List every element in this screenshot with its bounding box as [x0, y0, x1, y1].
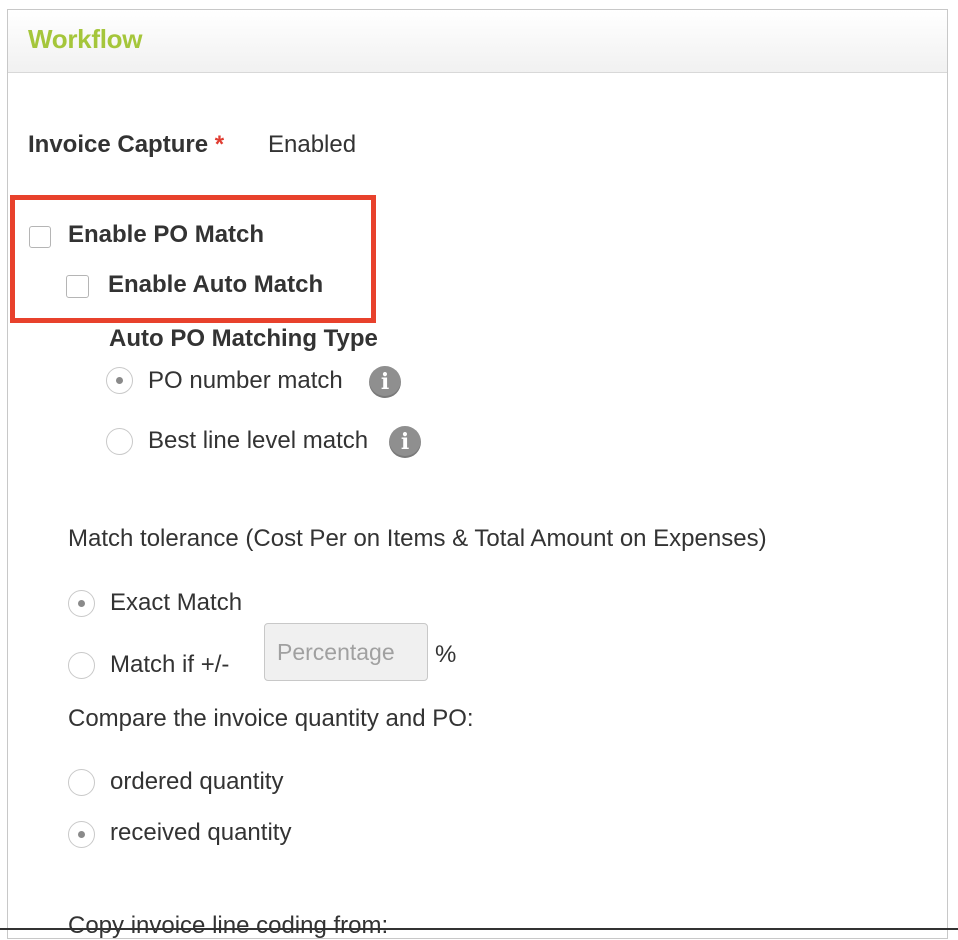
invoice-capture-label-text: Invoice Capture [28, 131, 209, 158]
info-icon[interactable]: i [389, 426, 421, 458]
po-number-match-label[interactable]: PO number match [148, 367, 343, 395]
received-quantity-radio[interactable] [68, 821, 95, 848]
best-line-level-match-radio[interactable] [106, 428, 133, 455]
enable-po-match-checkbox[interactable] [29, 226, 51, 248]
auto-matching-type-heading: Auto PO Matching Type [109, 325, 378, 352]
required-asterisk: * [214, 131, 225, 158]
enable-po-match-label[interactable]: Enable PO Match [68, 221, 264, 249]
match-tolerance-heading: Match tolerance (Cost Per on Items & Tot… [68, 525, 767, 552]
copy-coding-heading: Copy invoice line coding from: [68, 912, 389, 939]
enable-auto-match-label[interactable]: Enable Auto Match [108, 271, 323, 299]
info-icon[interactable]: i [369, 366, 401, 398]
ordered-quantity-radio[interactable] [68, 769, 95, 796]
best-line-level-match-label[interactable]: Best line level match [148, 427, 368, 455]
panel-title: Workflow [28, 24, 143, 54]
enable-auto-match-checkbox[interactable] [66, 275, 89, 298]
bottom-divider [0, 928, 958, 930]
panel-header: Workflow [8, 10, 947, 73]
ordered-quantity-label[interactable]: ordered quantity [110, 768, 283, 796]
highlight-annotation-box [10, 195, 376, 323]
match-if-radio[interactable] [68, 652, 95, 679]
percentage-input[interactable] [264, 623, 428, 681]
invoice-capture-value: Enabled [268, 131, 357, 158]
invoice-capture-label: Invoice Capture * [28, 131, 224, 159]
percent-sign: % [435, 641, 457, 668]
exact-match-radio[interactable] [68, 590, 95, 617]
po-number-match-radio[interactable] [106, 367, 133, 394]
compare-quantity-heading: Compare the invoice quantity and PO: [68, 705, 474, 732]
exact-match-label[interactable]: Exact Match [110, 589, 242, 617]
match-if-label[interactable]: Match if +/- [110, 651, 229, 679]
received-quantity-label[interactable]: received quantity [110, 819, 291, 847]
